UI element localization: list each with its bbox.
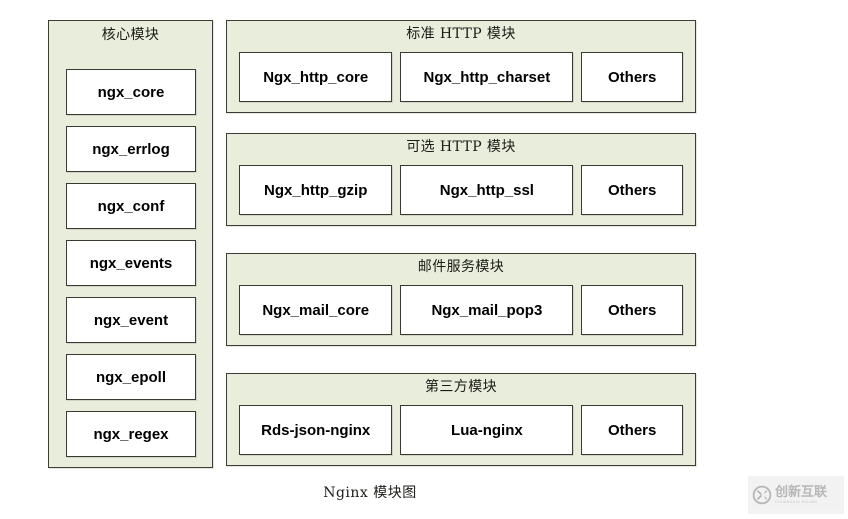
third-party-module-group-title: 第三方模块 xyxy=(425,379,497,395)
module-row: Ngx_http_gzip Ngx_http_ssl Others xyxy=(239,165,683,215)
module-row: Rds-json-nginx Lua-nginx Others xyxy=(239,405,683,455)
core-module-group-title: 核心模块 xyxy=(101,27,160,43)
module-box: ngx_conf xyxy=(66,183,196,229)
module-box: ngx_events xyxy=(66,240,196,286)
watermark-brand: 创新互联 xyxy=(775,484,828,499)
third-party-module-group: 第三方模块 Rds-json-nginx Lua-nginx Others xyxy=(226,373,696,466)
circled-x-icon xyxy=(752,485,772,505)
module-box: ngx_epoll xyxy=(66,354,196,400)
module-box: Others xyxy=(581,285,683,335)
module-box: ngx_errlog xyxy=(66,126,196,172)
watermark: 创新互联 CHUANGXIN HULIAN xyxy=(748,476,844,514)
module-box: ngx_regex xyxy=(66,411,196,457)
module-box: Ngx_mail_core xyxy=(239,285,393,335)
standard-http-module-group-title: 标准 HTTP 模块 xyxy=(406,26,516,42)
module-box: Ngx_http_core xyxy=(239,52,393,102)
diagram-caption: Nginx 模块图 xyxy=(323,485,417,501)
module-box: Rds-json-nginx xyxy=(239,405,393,455)
watermark-text-block: 创新互联 CHUANGXIN HULIAN xyxy=(775,485,827,505)
module-box: Ngx_http_charset xyxy=(400,52,574,102)
core-module-list: ngx_core ngx_errlog ngx_conf ngx_events … xyxy=(66,69,196,457)
module-box: Ngx_http_gzip xyxy=(239,165,393,215)
module-box: Ngx_http_ssl xyxy=(400,165,574,215)
module-row: Ngx_http_core Ngx_http_charset Others xyxy=(239,52,683,102)
module-box: Ngx_mail_pop3 xyxy=(400,285,574,335)
module-box: Others xyxy=(581,52,683,102)
module-box: ngx_core xyxy=(66,69,196,115)
module-box: Others xyxy=(581,405,683,455)
mail-service-module-group: 邮件服务模块 Ngx_mail_core Ngx_mail_pop3 Other… xyxy=(226,253,696,346)
optional-http-module-group-title: 可选 HTTP 模块 xyxy=(406,139,516,155)
optional-http-module-group: 可选 HTTP 模块 Ngx_http_gzip Ngx_http_ssl Ot… xyxy=(226,133,696,226)
core-module-group: 核心模块 ngx_core ngx_errlog ngx_conf ngx_ev… xyxy=(48,20,213,468)
standard-http-module-group: 标准 HTTP 模块 Ngx_http_core Ngx_http_charse… xyxy=(226,20,696,113)
module-box: Lua-nginx xyxy=(400,405,574,455)
module-row: Ngx_mail_core Ngx_mail_pop3 Others xyxy=(239,285,683,335)
module-box: Others xyxy=(581,165,683,215)
module-box: ngx_event xyxy=(66,297,196,343)
watermark-subtext: CHUANGXIN HULIAN xyxy=(775,500,818,504)
mail-service-module-group-title: 邮件服务模块 xyxy=(417,259,505,275)
